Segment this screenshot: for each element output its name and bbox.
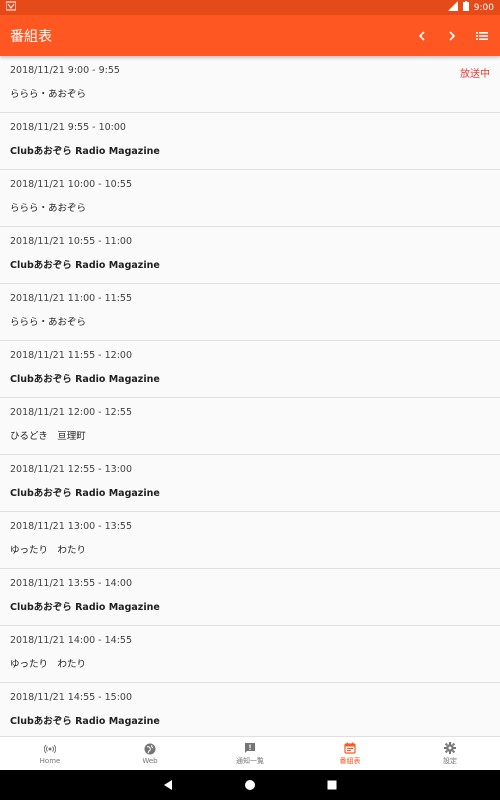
schedule-row[interactable]: 2018/11/21 11:00 - 11:55 ららら・あおぞら <box>0 284 500 341</box>
row-title: ゆったり わたり <box>10 545 87 556</box>
row-time: 2018/11/21 13:55 - 14:00 <box>10 578 132 589</box>
row-time: 2018/11/21 10:55 - 11:00 <box>10 236 132 247</box>
nav-label: 通知一覧 <box>236 757 264 765</box>
back-icon[interactable] <box>161 778 175 792</box>
schedule-row[interactable]: 2018/11/21 13:55 - 14:00 Clubあおぞら Radio … <box>0 569 500 626</box>
gear-icon <box>444 741 457 754</box>
row-time: 2018/11/21 14:55 - 15:00 <box>10 692 132 703</box>
nav-notifications[interactable]: 通知一覧 <box>200 737 300 770</box>
schedule-row[interactable]: 2018/11/21 9:00 - 9:55 ららら・あおぞら 放送中 <box>0 56 500 113</box>
globe-icon <box>144 742 157 755</box>
schedule-list: 2018/11/21 9:00 - 9:55 ららら・あおぞら 放送中 2018… <box>0 56 500 736</box>
schedule-row[interactable]: 2018/11/21 14:00 - 14:55 ゆったり わたり <box>0 626 500 683</box>
row-time: 2018/11/21 11:00 - 11:55 <box>10 293 132 304</box>
status-bar: 9:00 <box>0 0 500 15</box>
app-bar: 番組表 <box>0 15 500 56</box>
chevron-right-icon[interactable] <box>444 28 460 44</box>
schedule-row[interactable]: 2018/11/21 11:55 - 12:00 Clubあおぞら Radio … <box>0 341 500 398</box>
row-time: 2018/11/21 9:55 - 10:00 <box>10 122 126 133</box>
chevron-left-icon[interactable] <box>414 28 430 44</box>
row-time: 2018/11/21 12:55 - 13:00 <box>10 464 132 475</box>
row-time: 2018/11/21 10:00 - 10:55 <box>10 179 132 190</box>
page-title: 番組表 <box>10 28 52 45</box>
radio-tower-icon <box>44 742 57 755</box>
nav-label: 設定 <box>443 757 457 765</box>
bottom-navigation: Home Web 通知一覧 番組表 設定 <box>0 736 500 770</box>
list-icon[interactable] <box>474 28 490 44</box>
nav-web[interactable]: Web <box>100 737 200 770</box>
schedule-row[interactable]: 2018/11/21 12:00 - 12:55 ひるどき 亘理町 <box>0 398 500 455</box>
battery-icon <box>462 1 469 14</box>
schedule-row[interactable]: 2018/11/21 12:55 - 13:00 Clubあおぞら Radio … <box>0 455 500 512</box>
row-title: ららら・あおぞら <box>10 203 87 214</box>
row-title: Clubあおぞら Radio Magazine <box>10 488 160 499</box>
row-time: 2018/11/21 11:55 - 12:00 <box>10 350 132 361</box>
schedule-row[interactable]: 2018/11/21 14:55 - 15:00 Clubあおぞら Radio … <box>0 683 500 736</box>
nav-label: 番組表 <box>339 757 361 765</box>
schedule-row[interactable]: 2018/11/21 9:55 - 10:00 Clubあおぞら Radio M… <box>0 113 500 170</box>
home-icon[interactable] <box>243 778 257 792</box>
signal-icon <box>447 1 458 14</box>
schedule-row[interactable]: 2018/11/21 10:00 - 10:55 ららら・あおぞら <box>0 170 500 227</box>
on-air-badge: 放送中 <box>460 69 490 80</box>
row-title: Clubあおぞら Radio Magazine <box>10 146 160 157</box>
row-time: 2018/11/21 13:00 - 13:55 <box>10 521 132 532</box>
schedule-row[interactable]: 2018/11/21 10:55 - 11:00 Clubあおぞら Radio … <box>0 227 500 284</box>
recents-icon[interactable] <box>325 778 339 792</box>
row-title: ゆったり わたり <box>10 659 87 670</box>
row-title: Clubあおぞら Radio Magazine <box>10 602 160 613</box>
row-title: ららら・あおぞら <box>10 89 87 100</box>
nav-schedule[interactable]: 番組表 <box>300 737 400 770</box>
row-title: ひるどき 亘理町 <box>10 431 86 442</box>
nav-home[interactable]: Home <box>0 737 100 770</box>
nav-label: Web <box>142 757 158 765</box>
row-title: Clubあおぞら Radio Magazine <box>10 260 160 271</box>
data-icon <box>5 1 17 14</box>
row-time: 2018/11/21 14:00 - 14:55 <box>10 635 132 646</box>
feedback-icon <box>244 741 257 754</box>
row-time: 2018/11/21 9:00 - 9:55 <box>10 65 120 76</box>
row-title: ららら・あおぞら <box>10 317 87 328</box>
calendar-icon <box>344 741 357 754</box>
nav-label: Home <box>39 757 61 765</box>
nav-settings[interactable]: 設定 <box>400 737 500 770</box>
status-time: 9:00 <box>473 2 494 13</box>
row-title: Clubあおぞら Radio Magazine <box>10 716 160 727</box>
row-time: 2018/11/21 12:00 - 12:55 <box>10 407 132 418</box>
system-navigation-bar <box>0 770 500 800</box>
schedule-row[interactable]: 2018/11/21 13:00 - 13:55 ゆったり わたり <box>0 512 500 569</box>
row-title: Clubあおぞら Radio Magazine <box>10 374 160 385</box>
